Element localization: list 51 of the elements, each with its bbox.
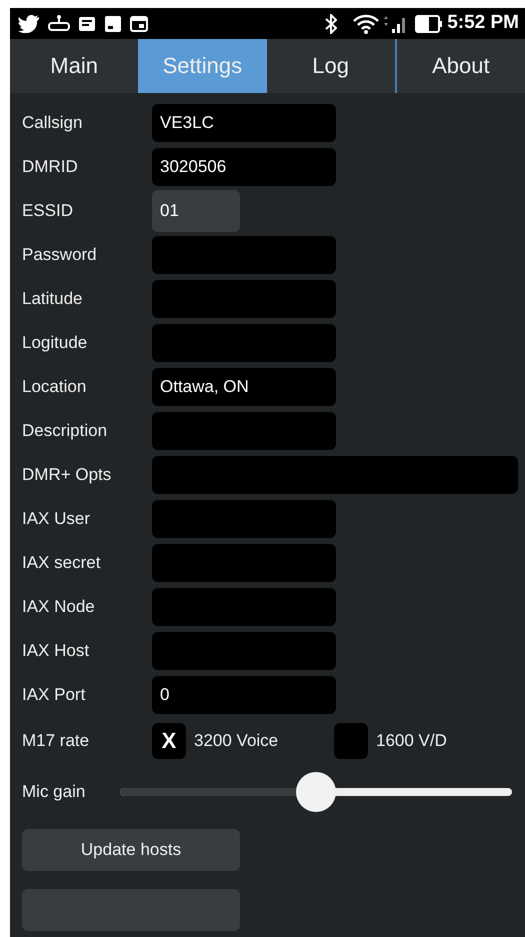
battery-icon bbox=[415, 14, 444, 33]
bluetooth-icon bbox=[325, 14, 338, 34]
field-label: IAX User bbox=[22, 508, 92, 530]
partial-button[interactable] bbox=[22, 888, 240, 930]
input-field[interactable]: 0 bbox=[152, 676, 336, 714]
input-field[interactable] bbox=[152, 412, 336, 450]
field-label: Callsign bbox=[22, 112, 84, 134]
slider[interactable] bbox=[120, 772, 512, 812]
tab[interactable]: Log bbox=[266, 39, 395, 92]
field-label: Latitude bbox=[22, 288, 84, 310]
input-field[interactable]: VE3LC bbox=[152, 104, 336, 142]
field-label: DMR+ Opts bbox=[22, 464, 112, 486]
input-field[interactable]: Ottawa, ON bbox=[152, 368, 336, 406]
image-icon bbox=[104, 14, 122, 33]
update-button[interactable]: Update hosts bbox=[22, 828, 240, 870]
bird-icon bbox=[18, 14, 40, 33]
signal-icon bbox=[383, 14, 408, 34]
input-field[interactable] bbox=[152, 456, 518, 494]
input-field[interactable] bbox=[152, 500, 336, 538]
field-label: Location bbox=[22, 376, 88, 398]
wifi-icon bbox=[353, 14, 380, 34]
checkbox[interactable]: X bbox=[152, 722, 186, 758]
input-field[interactable] bbox=[152, 236, 336, 274]
field-label: IAX Host bbox=[22, 640, 90, 662]
slider-thumb[interactable] bbox=[296, 772, 336, 812]
input-field[interactable] bbox=[152, 588, 336, 626]
tab[interactable]: About bbox=[394, 39, 525, 92]
option-label: 1600 V/D bbox=[376, 730, 447, 752]
field-label: ESSID bbox=[22, 200, 74, 222]
field-label: Description bbox=[22, 420, 108, 442]
field-label: M17 rate bbox=[22, 730, 90, 752]
checkbox[interactable] bbox=[334, 722, 368, 758]
field-label: IAX Port bbox=[22, 684, 86, 706]
document-icon bbox=[78, 14, 96, 33]
input-field[interactable]: 01 bbox=[152, 190, 240, 232]
input-field[interactable] bbox=[152, 544, 336, 582]
option-label: 3200 Voice bbox=[194, 730, 280, 752]
field-label: Logitude bbox=[22, 332, 88, 354]
field-label: IAX secret bbox=[22, 552, 102, 574]
field-label: DMRID bbox=[22, 156, 79, 178]
window-icon bbox=[130, 14, 148, 33]
antenna-icon bbox=[48, 14, 70, 33]
input-field[interactable] bbox=[152, 280, 336, 318]
input-field[interactable] bbox=[152, 632, 336, 670]
field-label: IAX Node bbox=[22, 596, 96, 618]
input-field[interactable]: 3020506 bbox=[152, 148, 336, 186]
status-time: 5:52 PM bbox=[447, 11, 519, 36]
tab[interactable]: Main bbox=[10, 39, 138, 92]
field-label: Password bbox=[22, 244, 98, 266]
input-field[interactable] bbox=[152, 324, 336, 362]
field-label: Mic gain bbox=[22, 780, 86, 803]
